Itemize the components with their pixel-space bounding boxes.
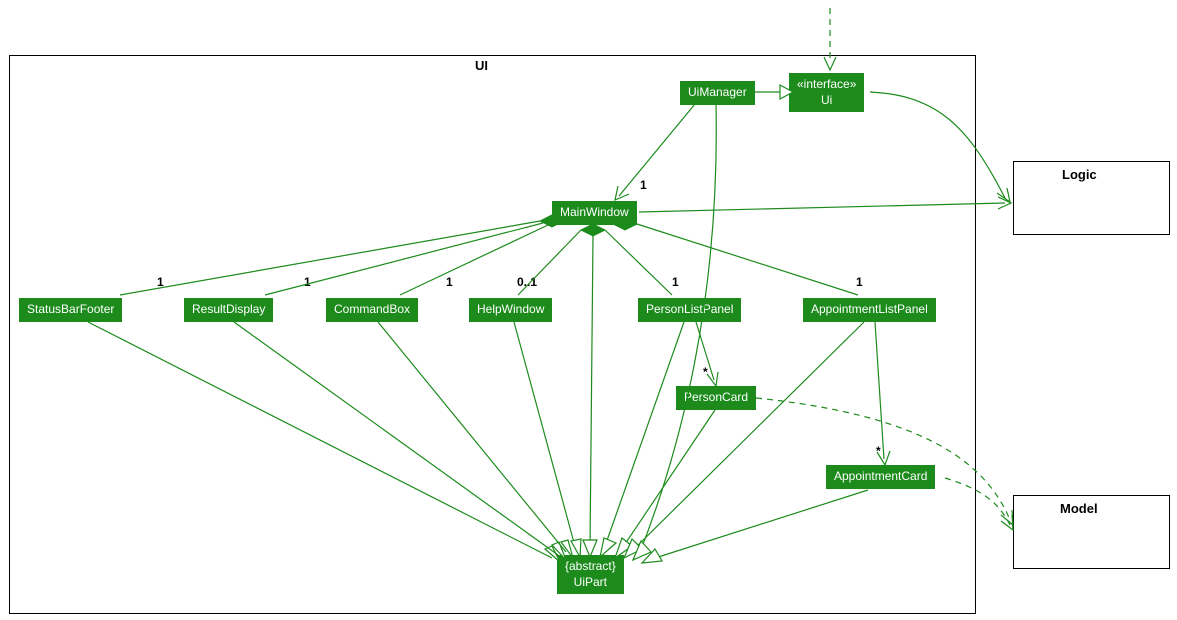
mult-commandbox: 1 bbox=[446, 275, 453, 289]
package-ui bbox=[9, 55, 976, 614]
class-appointment-list-panel: AppointmentListPanel bbox=[803, 298, 936, 322]
mult-appointmentcard: * bbox=[876, 444, 881, 458]
class-main-window: MainWindow bbox=[552, 201, 637, 225]
class-appointment-card: AppointmentCard bbox=[826, 465, 935, 489]
class-ui-manager: UiManager bbox=[680, 81, 755, 105]
class-command-box: CommandBox bbox=[326, 298, 418, 322]
class-ui-part: {abstract} UiPart bbox=[557, 555, 624, 594]
mult-helpwindow: 0..1 bbox=[517, 275, 537, 289]
mult-appointmentlist: 1 bbox=[856, 275, 863, 289]
mult-statusbar: 1 bbox=[157, 275, 164, 289]
package-model-label: Model bbox=[1060, 501, 1098, 516]
package-ui-label: UI bbox=[475, 58, 488, 73]
class-person-list-panel: PersonListPanel bbox=[638, 298, 741, 322]
package-logic-label: Logic bbox=[1062, 167, 1097, 182]
class-person-card: PersonCard bbox=[676, 386, 756, 410]
class-help-window: HelpWindow bbox=[469, 298, 552, 322]
class-ui-interface: «interface» Ui bbox=[789, 73, 864, 112]
mult-resultdisplay: 1 bbox=[304, 275, 311, 289]
mult-mainwindow: 1 bbox=[640, 178, 647, 192]
class-status-bar-footer: StatusBarFooter bbox=[19, 298, 122, 322]
mult-personcard: * bbox=[703, 365, 708, 379]
class-result-display: ResultDisplay bbox=[184, 298, 273, 322]
mult-personlist: 1 bbox=[672, 275, 679, 289]
